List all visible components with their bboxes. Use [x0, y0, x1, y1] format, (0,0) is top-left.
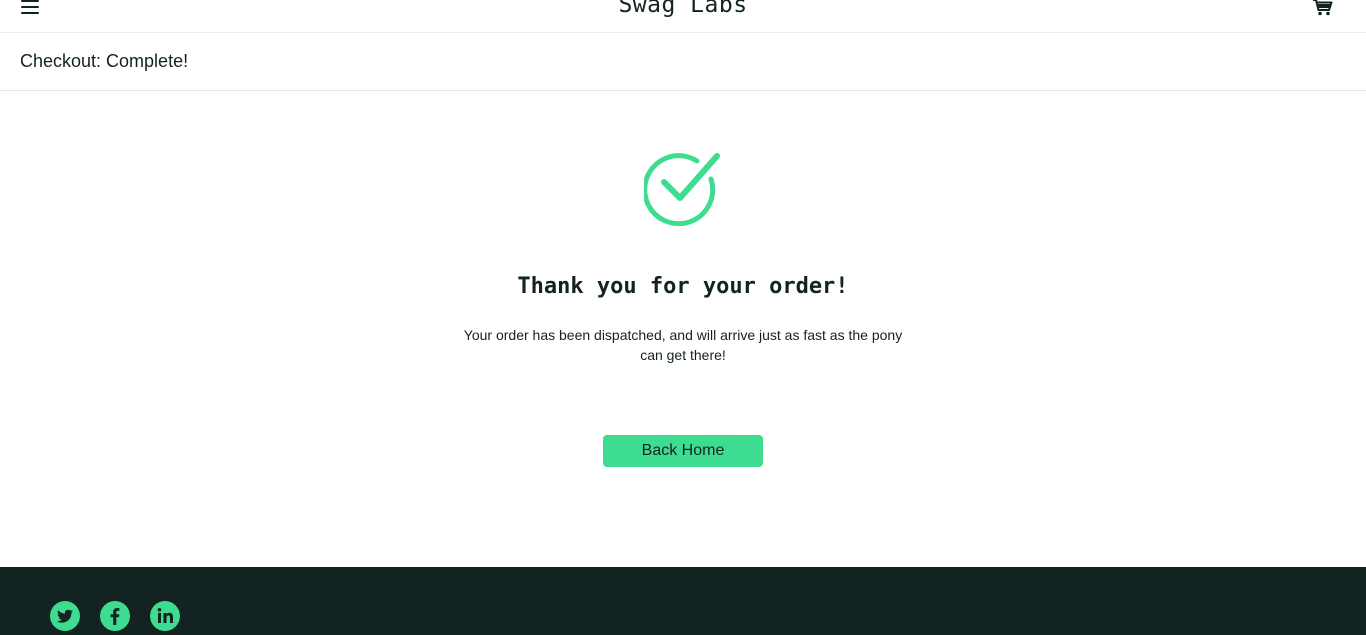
facebook-link[interactable] — [100, 601, 130, 631]
checkout-complete-page: Swag Labs Checkout: Complete! Thank you … — [0, 0, 1366, 635]
facebook-icon — [110, 608, 120, 625]
twitter-link[interactable] — [50, 601, 80, 631]
shopping-cart-icon — [1313, 0, 1333, 16]
app-logo: Swag Labs — [618, 0, 748, 18]
linkedin-icon — [157, 608, 173, 623]
footer — [0, 567, 1366, 635]
twitter-icon — [57, 609, 73, 623]
shopping-cart-link[interactable] — [1312, 0, 1334, 16]
page-title: Checkout: Complete! — [20, 51, 189, 71]
secondary-header: Checkout: Complete! — [0, 33, 1366, 91]
back-home-button[interactable]: Back Home — [603, 435, 763, 467]
complete-header: Thank you for your order! — [517, 274, 849, 299]
complete-text: Your order has been dispatched, and will… — [463, 327, 903, 363]
checkmark-icon — [642, 150, 722, 228]
linkedin-link[interactable] — [150, 601, 180, 631]
primary-header: Swag Labs — [0, 0, 1366, 33]
